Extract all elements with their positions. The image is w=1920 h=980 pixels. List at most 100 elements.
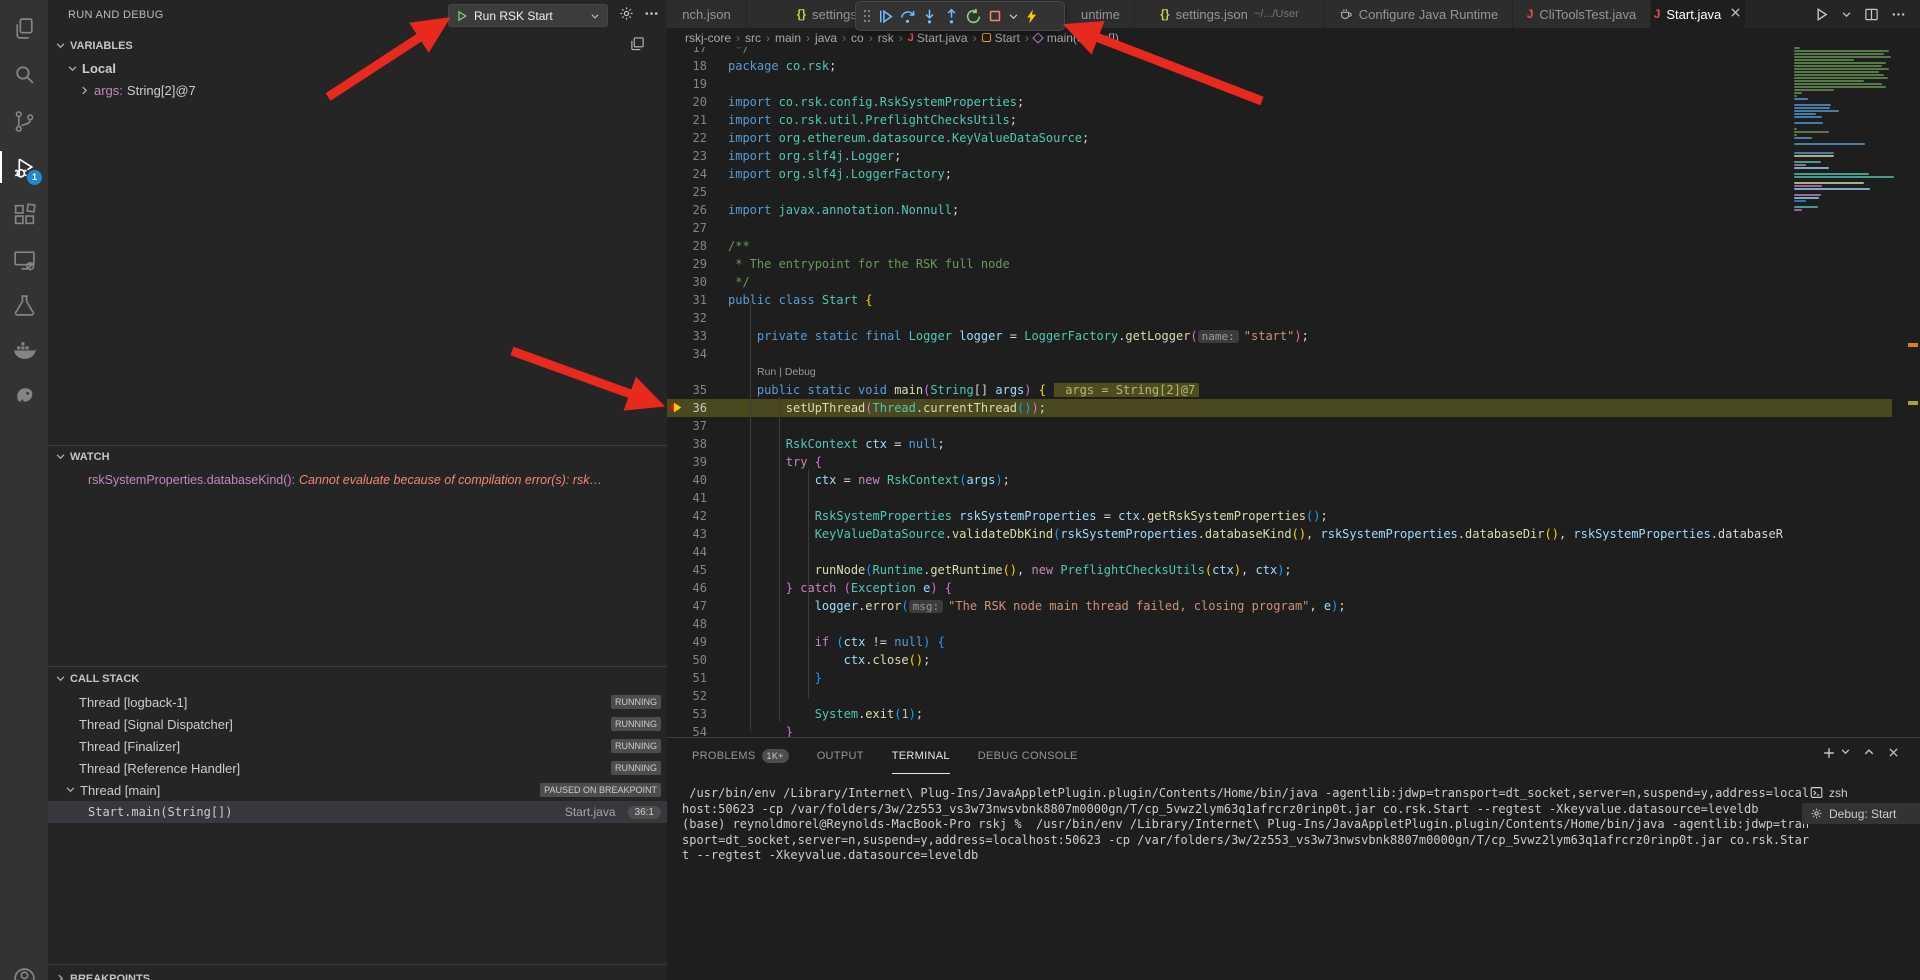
code-line-46[interactable]: 46 } catch (Exception e) { [667, 579, 1790, 597]
activity-bar-item-extensions[interactable] [0, 194, 48, 234]
stop-icon[interactable] [984, 4, 1006, 28]
code-line-33[interactable]: 33 private static final Logger logger = … [667, 327, 1790, 345]
breadcrumb[interactable]: rskj-core›src›main›java›co›rsk›JStart.ja… [667, 28, 1790, 47]
watch-expression[interactable]: rskSystemProperties.databaseKind(): Cann… [48, 470, 667, 490]
activity-bar-item-gradle[interactable] [0, 375, 48, 415]
call-stack-section-header[interactable]: CALL STACK [48, 669, 667, 688]
code-line-48[interactable]: 48 [667, 615, 1790, 633]
code-line-21[interactable]: 21import co.rsk.util.PreflightChecksUtil… [667, 111, 1790, 129]
line-number[interactable]: 27 [667, 219, 707, 237]
breadcrumb-item[interactable]: main [775, 31, 801, 45]
gear-icon[interactable] [619, 6, 634, 26]
code-line-20[interactable]: 20import co.rsk.config.RskSystemProperti… [667, 93, 1790, 111]
line-number[interactable]: 41 [667, 489, 707, 507]
code-line-18[interactable]: 18package co.rsk; [667, 57, 1790, 75]
continue-icon[interactable] [874, 4, 896, 28]
code-line-43[interactable]: 43 KeyValueDataSource.validateDbKind(rsk… [667, 525, 1790, 543]
code-line-54[interactable]: 54 } [667, 723, 1790, 737]
step-over-icon[interactable] [896, 4, 918, 28]
more-icon[interactable] [644, 6, 659, 26]
line-number[interactable]: 52 [667, 687, 707, 705]
line-number[interactable]: 35 [667, 381, 707, 399]
code-line-23[interactable]: 23import org.slf4j.Logger; [667, 147, 1790, 165]
line-number[interactable]: 40 [667, 471, 707, 489]
variable-item[interactable]: args: String[2]@7 [48, 80, 667, 100]
terminal-list-item-debug-start[interactable]: Debug: Start [1802, 803, 1920, 824]
breadcrumb-item[interactable]: JStart.java [908, 31, 968, 45]
code-line-26[interactable]: 26import javax.annotation.Nonnull; [667, 201, 1790, 219]
line-number[interactable]: 29 [667, 255, 707, 273]
activity-bar-item-run-and-debug[interactable]: 1 [0, 147, 48, 187]
line-number[interactable]: 54 [667, 723, 707, 737]
call-stack-thread[interactable]: Thread [logback-1]RUNNING [48, 691, 667, 713]
code-line-34[interactable]: 34 [667, 345, 1790, 363]
line-number[interactable]: 18 [667, 57, 707, 75]
code-line-53[interactable]: 53 System.exit(1); [667, 705, 1790, 723]
code-line-50[interactable]: 50 ctx.close(); [667, 651, 1790, 669]
run-icon[interactable] [1814, 7, 1829, 22]
breadcrumb-item[interactable]: rskj-core [685, 31, 731, 45]
breadcrumb-item[interactable]: src [745, 31, 761, 45]
call-stack-thread[interactable]: Thread [main]PAUSED ON BREAKPOINT [48, 779, 667, 801]
code-line-36[interactable]: 36 setUpThread(Thread.currentThread()); [667, 399, 1790, 417]
line-number[interactable]: 24 [667, 165, 707, 183]
line-number[interactable]: 53 [667, 705, 707, 723]
line-number[interactable]: 37 [667, 417, 707, 435]
breadcrumb-item[interactable]: java [815, 31, 837, 45]
line-number[interactable]: 23 [667, 147, 707, 165]
breadcrumb-item[interactable]: main(String[]) [1034, 31, 1119, 45]
step-out-icon[interactable] [940, 4, 962, 28]
account-icon[interactable] [0, 958, 48, 980]
terminal-list-item-zsh[interactable]: zsh [1802, 782, 1920, 803]
code-line-27[interactable]: 27 [667, 219, 1790, 237]
code-line-47[interactable]: 47 logger.error(msg:"The RSK node main t… [667, 597, 1790, 615]
hot-code-replace-icon[interactable] [1020, 4, 1042, 28]
code-line-42[interactable]: 42 RskSystemProperties rskSystemProperti… [667, 507, 1790, 525]
code-line-45[interactable]: 45 runNode(Runtime.getRuntime(), new Pre… [667, 561, 1790, 579]
tab-start-java[interactable]: JStart.java [1651, 0, 1746, 28]
code-line-30[interactable]: 30 */ [667, 273, 1790, 291]
code-line-17[interactable]: 17 */ [667, 47, 1790, 57]
code-line-22[interactable]: 22import org.ethereum.datasource.KeyValu… [667, 129, 1790, 147]
variables-scope-local[interactable]: Local [48, 58, 667, 78]
tab-nch-json[interactable]: nch.json [667, 0, 747, 28]
line-number[interactable]: 26 [667, 201, 707, 219]
line-number[interactable]: 31 [667, 291, 707, 309]
code-line-24[interactable]: 24import org.slf4j.LoggerFactory; [667, 165, 1790, 183]
panel-tab-debug-console[interactable]: DEBUG CONSOLE [978, 738, 1078, 774]
tab-clitoolstest-java[interactable]: JCliToolsTest.java [1513, 0, 1651, 28]
breadcrumb-item[interactable]: co [851, 31, 864, 45]
line-number[interactable]: 19 [667, 75, 707, 93]
variables-section-header[interactable]: VARIABLES [48, 36, 667, 55]
tab-settings-json[interactable]: {}settings.json~/.../User [1135, 0, 1325, 28]
close-icon[interactable] [1729, 6, 1742, 22]
breadcrumb-item[interactable]: Start [982, 31, 1020, 45]
code-editor[interactable]: 17 */18package co.rsk;1920import co.rsk.… [667, 47, 1790, 737]
activity-bar-item-docker[interactable] [0, 330, 48, 370]
call-stack-frame[interactable]: Start.main(String[])Start.java36:1 [48, 801, 667, 823]
breakpoints-section-header[interactable]: BREAKPOINTS [48, 969, 667, 980]
line-number[interactable]: 21 [667, 111, 707, 129]
line-number[interactable]: 17 [667, 47, 707, 57]
call-stack-thread[interactable]: Thread [Finalizer]RUNNING [48, 735, 667, 757]
codelens-run-debug[interactable]: Run | Debug [757, 363, 816, 381]
step-into-icon[interactable] [918, 4, 940, 28]
code-line-32[interactable]: 32 [667, 309, 1790, 327]
code-line-51[interactable]: 51 } [667, 669, 1790, 687]
line-number[interactable]: 44 [667, 543, 707, 561]
chevron-up-icon[interactable] [1863, 746, 1875, 760]
line-number[interactable]: 47 [667, 597, 707, 615]
line-number[interactable]: 32 [667, 309, 707, 327]
activity-bar-item-search[interactable] [0, 54, 48, 94]
run-config-dropdown[interactable]: Run RSK Start [448, 4, 608, 27]
panel-tab-problems[interactable]: PROBLEMS1K+ [692, 738, 789, 774]
line-number[interactable]: 42 [667, 507, 707, 525]
minimap[interactable] [1790, 47, 1896, 737]
activity-bar-item-remote-explorer[interactable] [0, 240, 48, 280]
tab-configure-java-runtime[interactable]: Configure Java Runtime [1325, 0, 1513, 28]
code-line-38[interactable]: 38 RskContext ctx = null; [667, 435, 1790, 453]
activity-bar-item-testing[interactable] [0, 285, 48, 325]
code-line-35[interactable]: 35 public static void main(String[] args… [667, 381, 1790, 399]
line-number[interactable]: 25 [667, 183, 707, 201]
line-number[interactable]: 39 [667, 453, 707, 471]
